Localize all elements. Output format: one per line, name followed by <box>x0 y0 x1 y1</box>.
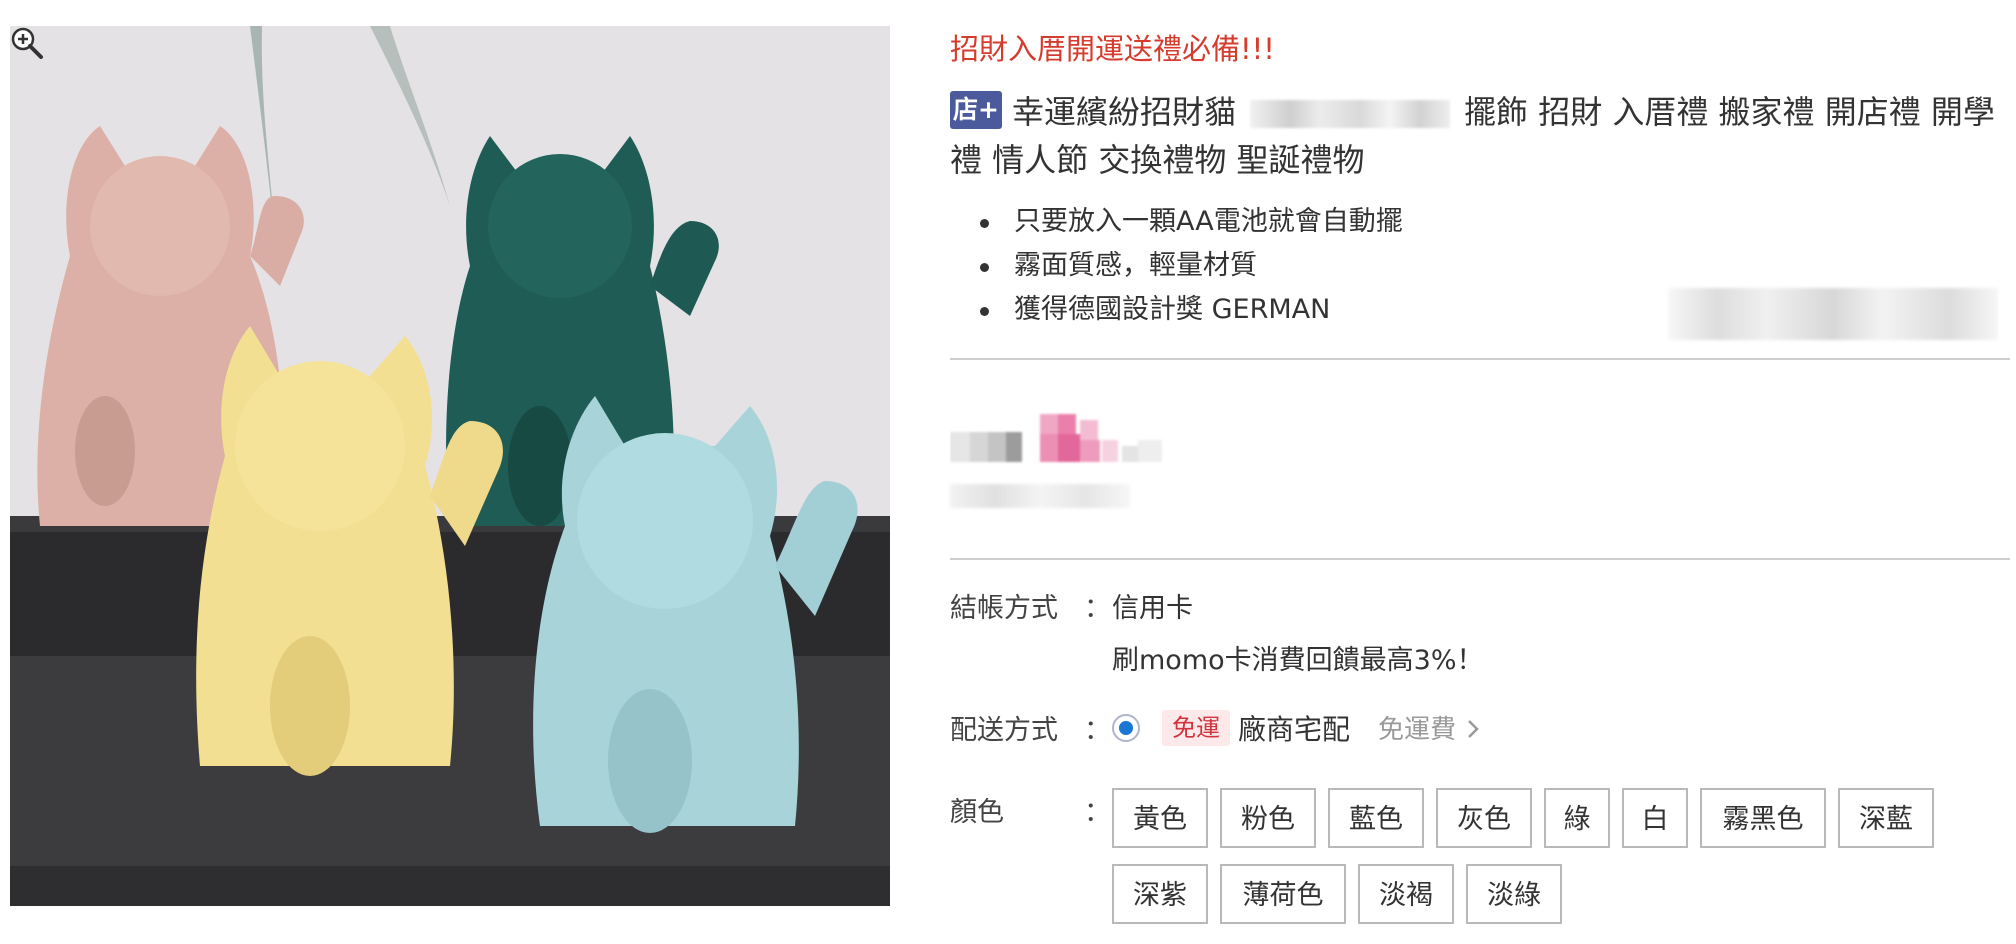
color-option[interactable]: 粉色 <box>1220 788 1316 848</box>
shipping-fee-link[interactable]: 免運費 <box>1378 709 1456 746</box>
color-option[interactable]: 綠 <box>1544 788 1610 848</box>
payment-colon: ： <box>1084 593 1111 624</box>
zoom-in-icon[interactable] <box>10 26 44 60</box>
product-title: 店+ 幸運繽紛招財貓 擺飾 招財 入厝禮 搬家禮 開店禮 開學禮 情人節 交換禮物 … <box>950 88 2008 184</box>
blurred-price <box>950 414 1162 462</box>
shipping-radio[interactable] <box>1112 714 1140 742</box>
blurred-price-note <box>950 484 1130 508</box>
payment-promo: 刷momo卡消費回饋最高3%！ <box>1112 645 1484 676</box>
blurred-brand-text <box>1250 100 1451 128</box>
store-plus-badge: 店+ <box>950 91 1002 129</box>
color-option[interactable]: 黃色 <box>1112 788 1208 848</box>
color-option[interactable]: 霧黑色 <box>1700 788 1826 848</box>
feature-item: 霧面質感，輕量材質 <box>980 244 1403 288</box>
color-label: 顏色 <box>950 797 1004 828</box>
shipping-label: 配送方式 <box>950 715 1058 746</box>
chevron-right-icon[interactable] <box>1466 718 1480 740</box>
color-option[interactable]: 灰色 <box>1436 788 1532 848</box>
payment-label: 結帳方式 <box>950 593 1058 624</box>
lucky-cats-photo <box>10 26 890 906</box>
product-title-part1: 幸運繽紛招財貓 <box>1012 93 1237 131</box>
divider <box>950 558 2010 560</box>
product-slogan: 招財入厝開運送禮必備!!! <box>950 32 1275 66</box>
payment-value: 信用卡 <box>1112 593 1193 624</box>
color-option[interactable]: 白 <box>1622 788 1688 848</box>
color-option[interactable]: 淡褐 <box>1358 864 1454 924</box>
shipping-method: 廠商宅配 <box>1238 713 1351 746</box>
product-image[interactable] <box>10 26 890 906</box>
color-option[interactable]: 深藍 <box>1838 788 1934 848</box>
blurred-region <box>1668 288 1998 340</box>
shipping-colon: ： <box>1084 715 1111 746</box>
feature-list: 只要放入一顆AA電池就會自動擺 霧面質感，輕量材質 獲得德國設計獎 GERMAN <box>980 200 1403 332</box>
feature-item: 獲得德國設計獎 GERMAN <box>980 288 1403 332</box>
color-option[interactable]: 深紫 <box>1112 864 1208 924</box>
color-option[interactable]: 淡綠 <box>1466 864 1562 924</box>
free-shipping-badge: 免運 <box>1162 710 1230 746</box>
color-colon: ： <box>1084 797 1111 828</box>
color-option[interactable]: 薄荷色 <box>1220 864 1346 924</box>
divider <box>950 358 2010 360</box>
color-option[interactable]: 藍色 <box>1328 788 1424 848</box>
feature-item: 只要放入一顆AA電池就會自動擺 <box>980 200 1403 244</box>
